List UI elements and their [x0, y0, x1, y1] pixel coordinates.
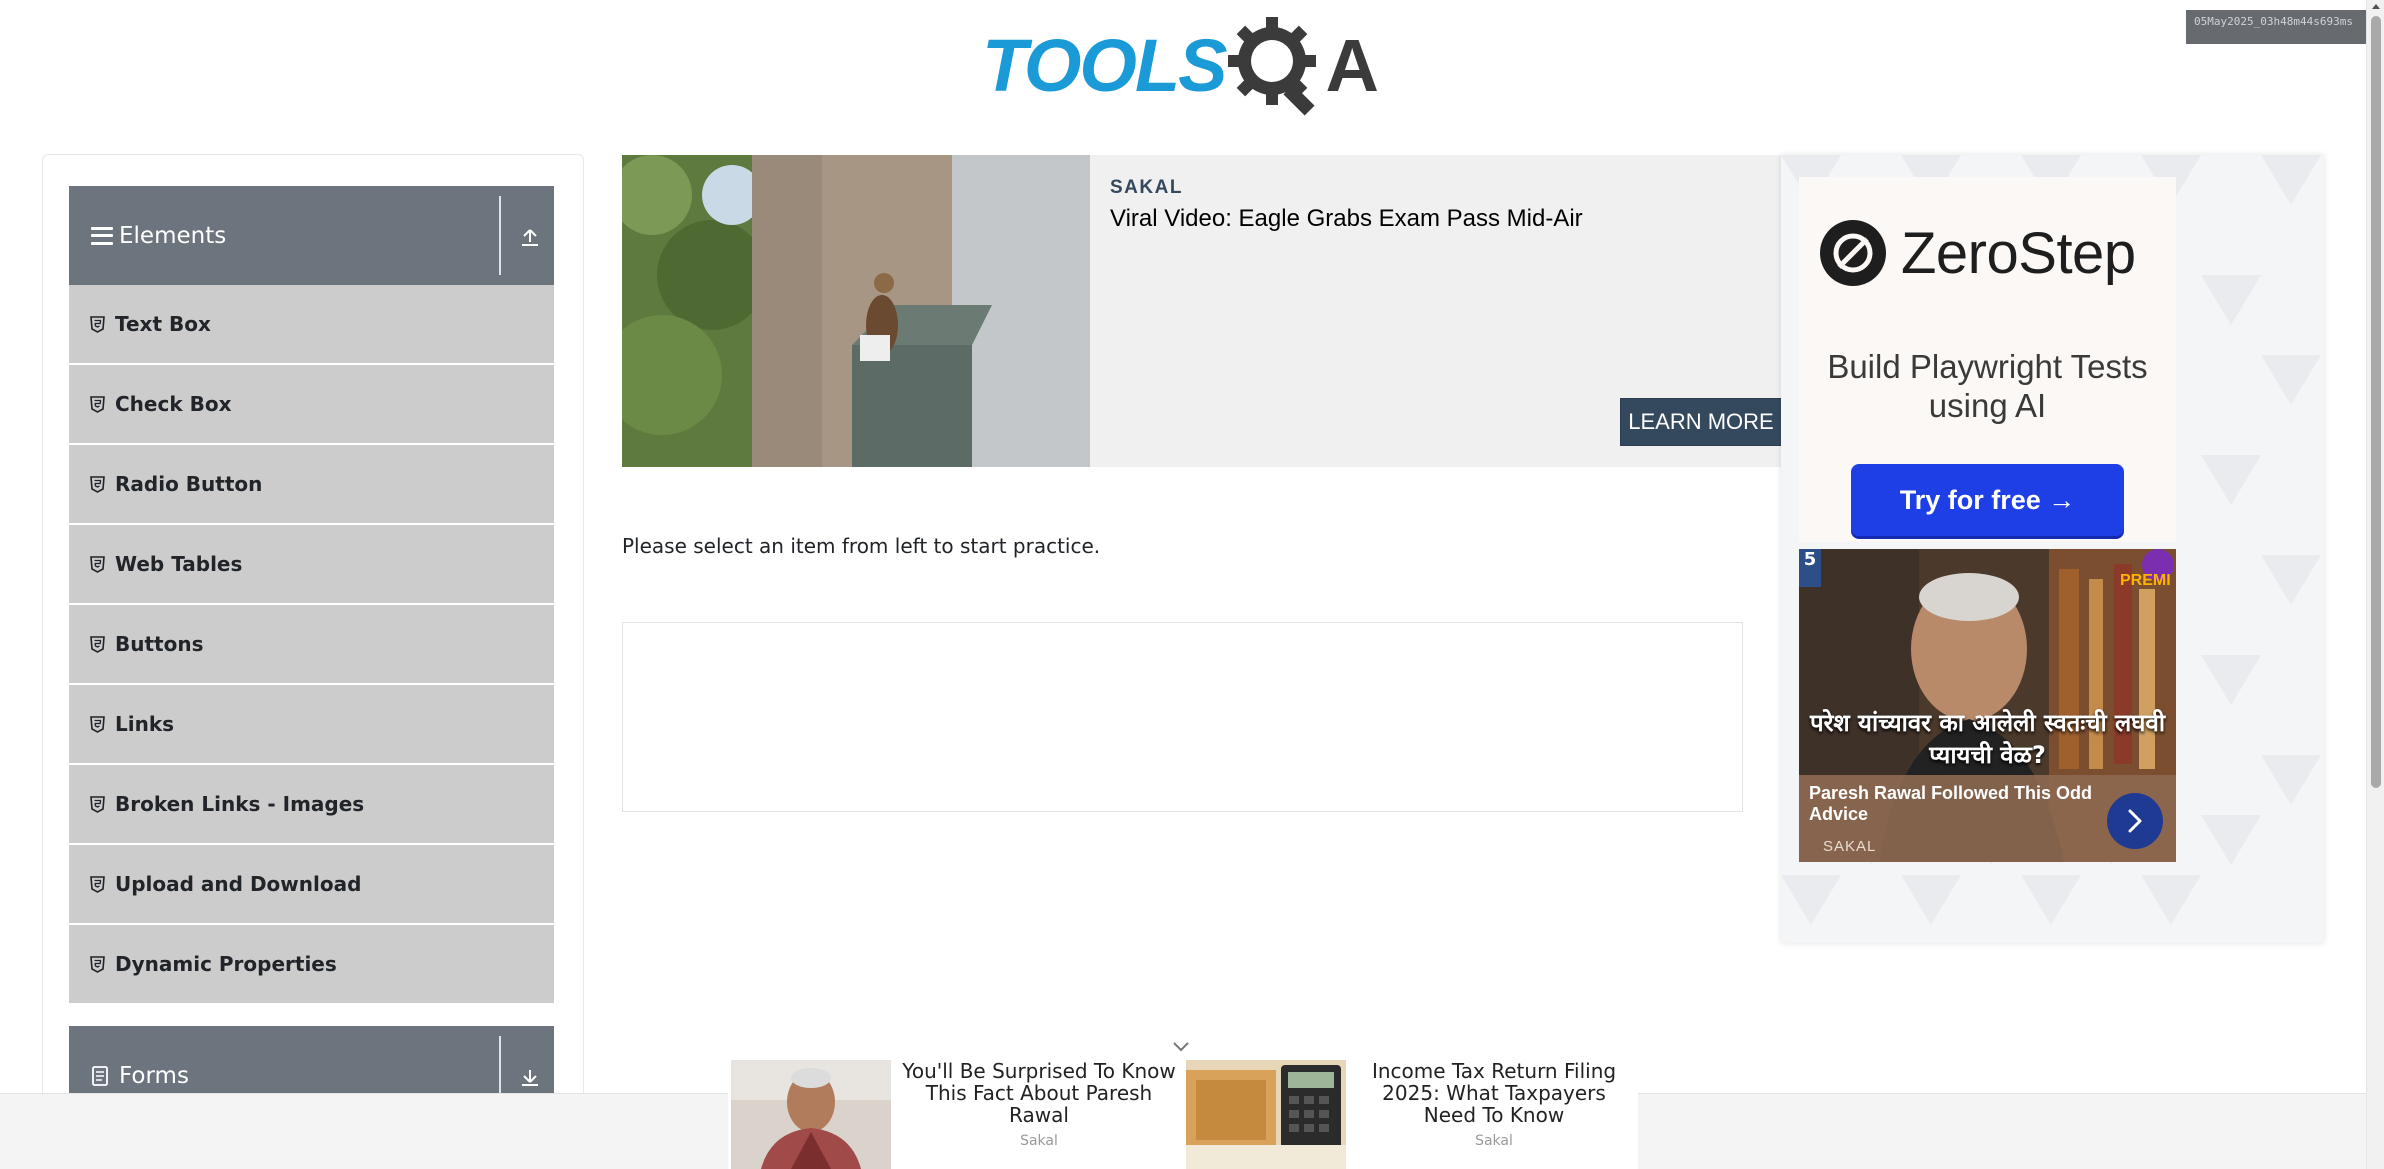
menu-item-label: Links	[115, 712, 175, 736]
html5-icon	[90, 955, 105, 973]
bottom-ad-title: Income Tax Return Filing 2025: What Taxp…	[1371, 1059, 1617, 1127]
learn-more-button[interactable]: LEARN MORE	[1620, 398, 1782, 446]
news-title[interactable]: Paresh Rawal Followed This Odd Advice	[1809, 783, 2099, 825]
menu-item-text-box[interactable]: Text Box	[69, 285, 554, 365]
news-caption-panel: Paresh Rawal Followed This Odd Advice SA…	[1799, 775, 2176, 862]
menu-item-check-box[interactable]: Check Box	[69, 365, 554, 445]
page-scrollbar[interactable]	[2366, 0, 2384, 1169]
collapse-upload-icon[interactable]	[520, 224, 540, 248]
timestamp-watermark: 05May2025_03h48m44s693ms	[2186, 10, 2376, 44]
bottom-ad-source: Sakal	[1020, 1133, 1058, 1149]
header-divider	[499, 196, 501, 275]
news-overlay-text: परेश यांच्यावर का आलेली स्वतःची लघवी प्य…	[1809, 709, 2166, 769]
instruction-text: Please select an item from left to start…	[622, 534, 1101, 558]
logo-text-a: A	[1325, 24, 1379, 107]
group-header-elements[interactable]: Elements	[69, 186, 554, 285]
bottom-sponsored-ad[interactable]: You'll Be Surprised To Know This Fact Ab…	[728, 1058, 1638, 1169]
ad-source: SAKAL	[1110, 177, 1183, 198]
tax-calculator-thumbnail	[1186, 1060, 1346, 1169]
svg-text:PREMI: PREMI	[2120, 572, 2171, 589]
menu-item-label: Broken Links - Images	[115, 792, 365, 816]
left-panel: Elements Text Box Check Box Radio Button…	[42, 154, 584, 1169]
premium-badge-icon: PREMI	[2120, 549, 2174, 589]
menu-item-dynamic-properties[interactable]: Dynamic Properties	[69, 925, 554, 1005]
html5-icon	[90, 395, 105, 413]
html5-icon	[90, 315, 105, 333]
bottom-ad-item[interactable]: You'll Be Surprised To Know This Fact Ab…	[728, 1058, 1183, 1169]
news-ad-card[interactable]: 5 PREMI परेश यांच्यावर का आलेली स्वतःची …	[1799, 549, 2176, 862]
zerostep-brand: ZeroStep	[1901, 220, 2136, 286]
menu-item-label: Radio Button	[115, 472, 263, 496]
document-icon	[92, 1065, 108, 1086]
menu-item-label: Text Box	[115, 312, 211, 336]
bottom-ad-source: Sakal	[1475, 1133, 1513, 1149]
zerostep-logo: ZeroStep	[1819, 219, 2136, 287]
menu-item-label: Check Box	[115, 392, 232, 416]
menu-item-label: Web Tables	[115, 552, 243, 576]
menu-item-web-tables[interactable]: Web Tables	[69, 525, 554, 605]
news-source: SAKAL	[1823, 838, 1877, 855]
sponsored-banner[interactable]: SAKAL Viral Video: Eagle Grabs Exam Pass…	[622, 155, 1782, 467]
menu-item-links[interactable]: Links	[69, 685, 554, 765]
zerostep-tagline: Build Playwright Tests using AI	[1827, 348, 2148, 424]
menu-item-label: Buttons	[115, 632, 204, 656]
paresh-rawal-thumbnail	[731, 1060, 891, 1169]
html5-icon	[90, 635, 105, 653]
html5-icon	[90, 795, 105, 813]
try-for-free-button[interactable]: Try for free →	[1851, 464, 2124, 536]
ad-headline[interactable]: Viral Video: Eagle Grabs Exam Pass Mid-A…	[1110, 205, 1583, 233]
menu-item-label: Dynamic Properties	[115, 952, 337, 976]
gear-magnifier-icon	[1227, 17, 1316, 116]
bottom-ad-title: You'll Be Surprised To Know This Fact Ab…	[902, 1059, 1176, 1127]
zerostep-mark-icon	[1820, 220, 1886, 286]
expand-download-icon[interactable]	[520, 1064, 540, 1088]
html5-icon	[90, 555, 105, 573]
html5-icon	[90, 715, 105, 733]
elements-menu: Text Box Check Box Radio Button Web Tabl…	[69, 285, 554, 1005]
scroll-thumb[interactable]	[2371, 16, 2381, 788]
html5-icon	[90, 875, 105, 893]
group-title: Elements	[119, 222, 227, 249]
menu-item-radio-button[interactable]: Radio Button	[69, 445, 554, 525]
scroll-up-arrow-icon[interactable]	[2372, 4, 2380, 9]
menu-item-broken-links[interactable]: Broken Links - Images	[69, 765, 554, 845]
channel-badge: 5	[1799, 549, 1821, 587]
menu-item-buttons[interactable]: Buttons	[69, 605, 554, 685]
bottom-ad-item[interactable]: Income Tax Return Filing 2025: What Taxp…	[1183, 1058, 1638, 1169]
chevron-right-icon	[2128, 809, 2142, 833]
zerostep-ad[interactable]: ZeroStep Build Playwright Tests using AI…	[1799, 177, 2176, 542]
group-title: Forms	[119, 1062, 189, 1089]
empty-content-box	[622, 622, 1743, 812]
next-arrow-button[interactable]	[2107, 793, 2163, 849]
html5-icon	[90, 475, 105, 493]
right-side-ad[interactable]: ZeroStep Build Playwright Tests using AI…	[1781, 155, 2324, 943]
toolsqa-logo[interactable]: TOOLS A	[982, 17, 1387, 116]
hamburger-icon	[91, 226, 113, 245]
logo-text-tools: TOOLS	[982, 24, 1228, 107]
eagle-photo	[622, 155, 1090, 467]
chevron-down-icon[interactable]	[1171, 1040, 1191, 1054]
menu-item-label: Upload and Download	[115, 872, 362, 896]
menu-item-upload-download[interactable]: Upload and Download	[69, 845, 554, 925]
